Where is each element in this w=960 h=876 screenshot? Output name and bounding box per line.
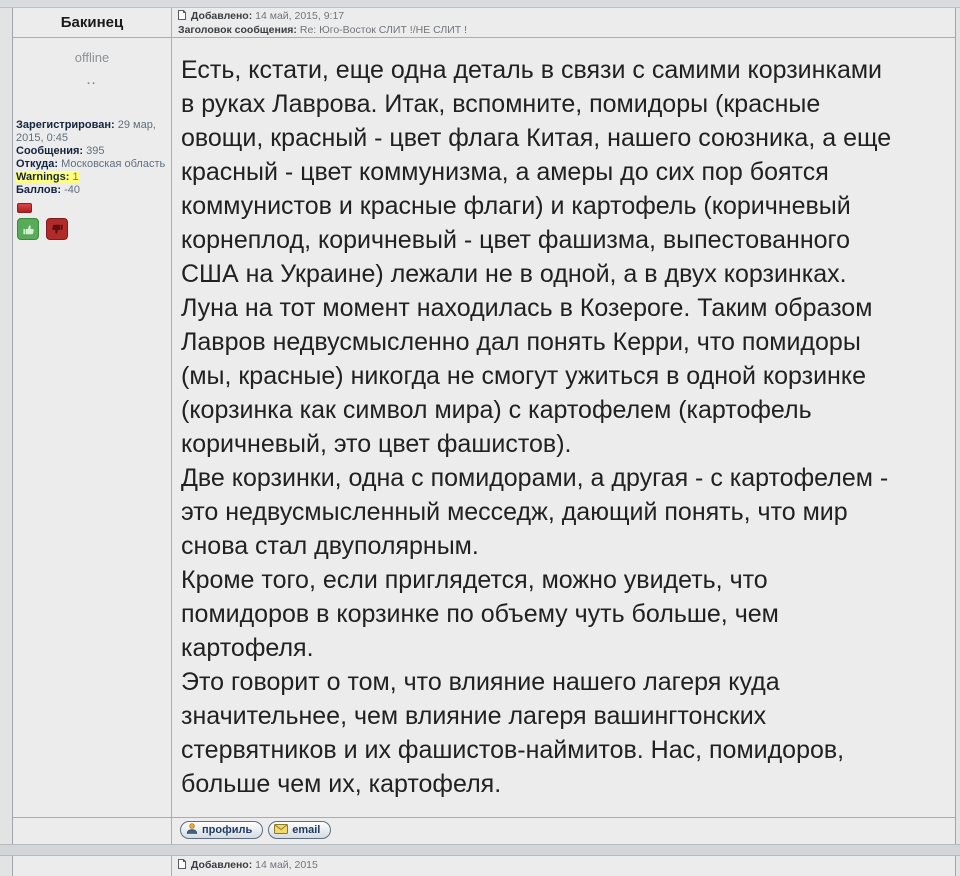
points-value: -40 — [64, 184, 80, 196]
registered-label: Зарегистрирован: — [16, 119, 115, 131]
from-label: Откуда: — [16, 158, 58, 170]
author-sidebar: offline .. Зарегистрирован: 29 мар, 2015… — [13, 38, 172, 817]
posted-line: Добавлено: 14 май, 2015, 9:17 — [178, 10, 949, 24]
person-icon — [186, 823, 198, 837]
actions-left-cell — [13, 818, 172, 844]
warnings-label: Warnings: — [16, 171, 69, 183]
post-separator — [0, 844, 960, 856]
document-icon — [178, 10, 186, 24]
profile-button-label: профиль — [202, 824, 252, 836]
from-value: Московская область — [61, 158, 165, 170]
post-meta: Добавлено: 14 май, 2015, 9:17 Заголовок … — [172, 8, 955, 37]
author-info: Зарегистрирован: 29 мар, 2015, 0:45 Сооб… — [13, 119, 171, 197]
from-field: Откуда: Московская область — [16, 158, 168, 171]
forum-post: Бакинец Добавлено: 14 май, 2015, 9:17 За… — [12, 8, 956, 844]
points-field: Баллов: -40 — [16, 184, 168, 197]
subject-label: Заголовок сообщения: — [178, 24, 297, 36]
author-username: Бакинец — [13, 8, 172, 37]
document-icon — [178, 859, 186, 872]
posted-value: 14 май, 2015, 9:17 — [255, 10, 344, 22]
envelope-icon — [274, 824, 288, 837]
messages-field: Сообщения: 395 — [16, 145, 168, 158]
messages-label: Сообщения: — [16, 145, 83, 157]
points-label: Баллов: — [16, 184, 61, 196]
thumb-up-icon[interactable] — [17, 218, 39, 240]
karma-icons — [13, 203, 171, 240]
post-body-text: Есть, кстати, еще одна деталь в связи с … — [172, 38, 955, 817]
registered-field: Зарегистрирован: 29 мар, 2015, 0:45 — [16, 119, 168, 145]
messages-value: 395 — [86, 145, 104, 157]
subject-value: Re: Юго-Восток СЛИТ !/НЕ СЛИТ ! — [300, 24, 467, 36]
warning-level-bar-icon — [17, 203, 32, 213]
post-actions-row: профиль email — [13, 817, 955, 844]
actions-cell: профиль email — [172, 818, 955, 844]
next-posted-value: 14 май, 2015 — [255, 859, 318, 871]
next-post-partial: Добавлено: 14 май, 2015 — [12, 856, 956, 876]
profile-button[interactable]: профиль — [180, 821, 263, 839]
next-post-meta: Добавлено: 14 май, 2015 — [172, 856, 955, 876]
page-top-band — [0, 0, 960, 8]
warnings-field: Warnings: 1 — [16, 171, 168, 184]
rank-dots: .. — [13, 75, 171, 87]
warnings-value: 1 — [72, 171, 78, 183]
post-header-row: Бакинец Добавлено: 14 май, 2015, 9:17 За… — [13, 8, 955, 38]
post-body-row: offline .. Зарегистрирован: 29 мар, 2015… — [13, 38, 955, 817]
posted-label: Добавлено: — [191, 10, 252, 22]
email-button-label: email — [292, 824, 320, 836]
thumb-down-icon[interactable] — [46, 218, 68, 240]
online-status: offline — [13, 50, 171, 65]
next-posted-label: Добавлено: — [191, 859, 252, 871]
subject-line: Заголовок сообщения: Re: Юго-Восток СЛИТ… — [178, 24, 949, 37]
email-button[interactable]: email — [268, 821, 331, 839]
next-post-author-cell — [13, 856, 172, 876]
